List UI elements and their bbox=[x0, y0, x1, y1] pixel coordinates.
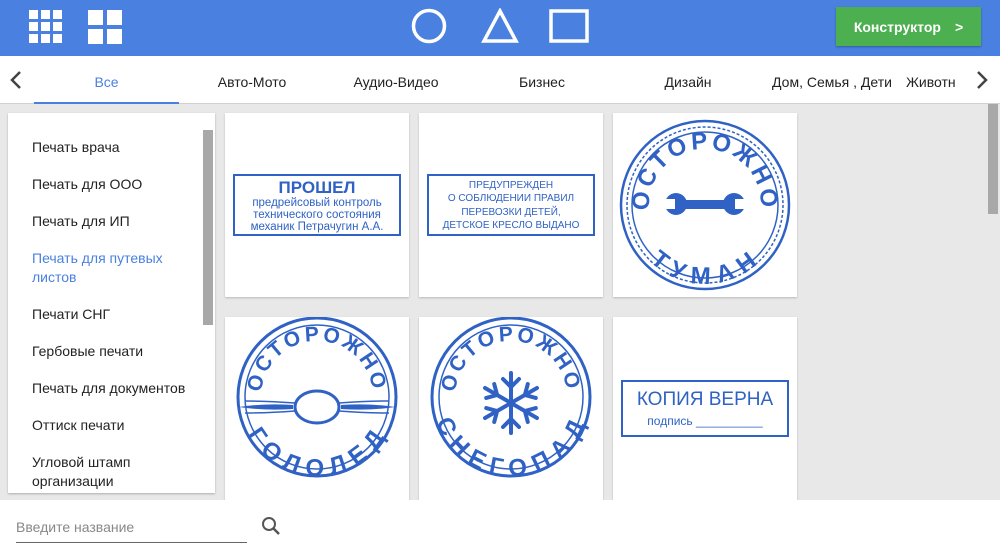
circle-shape-icon[interactable] bbox=[411, 8, 447, 44]
sidebar-item-ip-stamp[interactable]: Печать для ИП bbox=[32, 212, 202, 231]
sidebar-item-corner-stamp[interactable]: Угловой штамп организации bbox=[32, 453, 202, 491]
stamp-passed-line4: механик Петрачугин А.А. bbox=[251, 221, 384, 233]
stamp-card-copy-verified[interactable]: КОПИЯ ВЕРНА подпись __________ bbox=[613, 317, 797, 507]
sidebar-scrollbar[interactable] bbox=[203, 130, 213, 325]
stamp-warned-line4: ДЕТСКОЕ КРЕСЛО ВЫДАНО bbox=[443, 220, 580, 231]
tab-home-family-kids[interactable]: Дом, Семья , Дети bbox=[766, 56, 898, 104]
snowflake-icon bbox=[483, 371, 539, 435]
stamp-fog-preview: ОСТОРОЖНО ТУМАН bbox=[619, 119, 791, 291]
stamp-warned-line3: ПЕРЕВОЗКИ ДЕТЕЙ, bbox=[461, 205, 560, 218]
stamp-card-ice[interactable]: ОСТОРОЖНО ГОЛОЛЕД bbox=[225, 317, 409, 507]
chevron-right-icon[interactable] bbox=[972, 68, 992, 92]
tab-auto-moto[interactable]: Авто-Мото bbox=[190, 56, 314, 104]
stamp-ice-preview: ОСТОРОЖНО ГОЛОЛЕД bbox=[236, 317, 398, 482]
stamp-warned-line1: ПРЕДУПРЕЖДЕН bbox=[469, 180, 553, 191]
top-toolbar: Конструктор > bbox=[0, 0, 1000, 56]
search-input[interactable] bbox=[16, 511, 247, 543]
stamp-passed-title: ПРОШЕЛ bbox=[279, 178, 356, 197]
square-shape-icon[interactable] bbox=[549, 9, 589, 43]
stamp-passed-line3: технического состояния bbox=[253, 209, 381, 221]
stamp-copy-verified-preview: КОПИЯ ВЕРНА подпись __________ bbox=[621, 380, 789, 437]
chevron-right-icon: > bbox=[954, 18, 964, 35]
sidebar-item-stamp-imprint[interactable]: Оттиск печати bbox=[32, 416, 202, 435]
stamp-card-fog[interactable]: ОСТОРОЖНО ТУМАН bbox=[613, 113, 797, 297]
stamp-copy-verified-signature: подпись __________ bbox=[647, 414, 763, 428]
tab-audio-video[interactable]: Аудио-Видео bbox=[334, 56, 458, 104]
stamp-passed-preview: ПРОШЕЛ предрейсовый контроль техническог… bbox=[233, 174, 401, 236]
main-scrollbar[interactable] bbox=[988, 104, 998, 214]
constructor-button[interactable]: Конструктор > bbox=[836, 7, 981, 46]
stamp-ice-bottom: ГОЛОЛЕД bbox=[242, 423, 392, 482]
wrench-icon bbox=[661, 193, 749, 215]
stamp-ice-top: ОСТОРОЖНО bbox=[243, 323, 391, 394]
stamp-snowfall-preview: ОСТОРОЖНО СНЕГОПАД bbox=[430, 317, 592, 482]
tab-all[interactable]: Все bbox=[34, 56, 179, 104]
ice-road-icon bbox=[239, 389, 395, 425]
sidebar-item-waybill-stamp[interactable]: Печать для путевых листов bbox=[32, 249, 202, 287]
sidebar-item-coat-of-arms-stamps[interactable]: Гербовые печати bbox=[32, 342, 202, 361]
tab-design[interactable]: Дизайн bbox=[626, 56, 750, 104]
stamp-passed-line2: предрейсовый контроль bbox=[252, 197, 381, 209]
triangle-shape-icon[interactable] bbox=[481, 8, 519, 44]
sidebar-item-doctor-stamp[interactable]: Печать врача bbox=[32, 138, 202, 157]
stamp-fog-bottom: ТУМАН bbox=[646, 245, 764, 290]
stamp-card-snowfall[interactable]: ОСТОРОЖНО СНЕГОПАД bbox=[419, 317, 603, 507]
category-tabs: Все Авто-Мото Аудио-Видео Бизнес Дизайн … bbox=[0, 56, 1000, 104]
apps-grid-icon[interactable] bbox=[29, 10, 63, 44]
stamp-copy-verified-title: КОПИЯ ВЕРНА bbox=[637, 389, 774, 410]
sidebar-item-document-stamp[interactable]: Печать для документов bbox=[32, 379, 202, 398]
dashboard-icon[interactable] bbox=[88, 10, 123, 45]
stamp-warned-line2: О СОБЛЮДЕНИИ ПРАВИЛ bbox=[448, 193, 574, 204]
search-icon[interactable] bbox=[261, 516, 281, 536]
stamp-card-passed[interactable]: ПРОШЕЛ предрейсовый контроль техническог… bbox=[225, 113, 409, 297]
stamp-card-warned[interactable]: ПРЕДУПРЕЖДЕН О СОБЛЮДЕНИИ ПРАВИЛ ПЕРЕВОЗ… bbox=[419, 113, 603, 297]
chevron-left-icon[interactable] bbox=[6, 68, 26, 92]
sidebar-item-llc-stamp[interactable]: Печать для ООО bbox=[32, 175, 202, 194]
tab-business[interactable]: Бизнес bbox=[480, 56, 604, 104]
constructor-label: Конструктор bbox=[853, 18, 941, 35]
tab-animals[interactable]: Животн bbox=[906, 56, 964, 104]
stamp-warned-preview: ПРЕДУПРЕЖДЕН О СОБЛЮДЕНИИ ПРАВИЛ ПЕРЕВОЗ… bbox=[427, 174, 595, 236]
sidebar-item-cis-stamps[interactable]: Печати СНГ bbox=[32, 305, 202, 324]
category-sidebar: Печать врача Печать для ООО Печать для И… bbox=[8, 113, 215, 493]
